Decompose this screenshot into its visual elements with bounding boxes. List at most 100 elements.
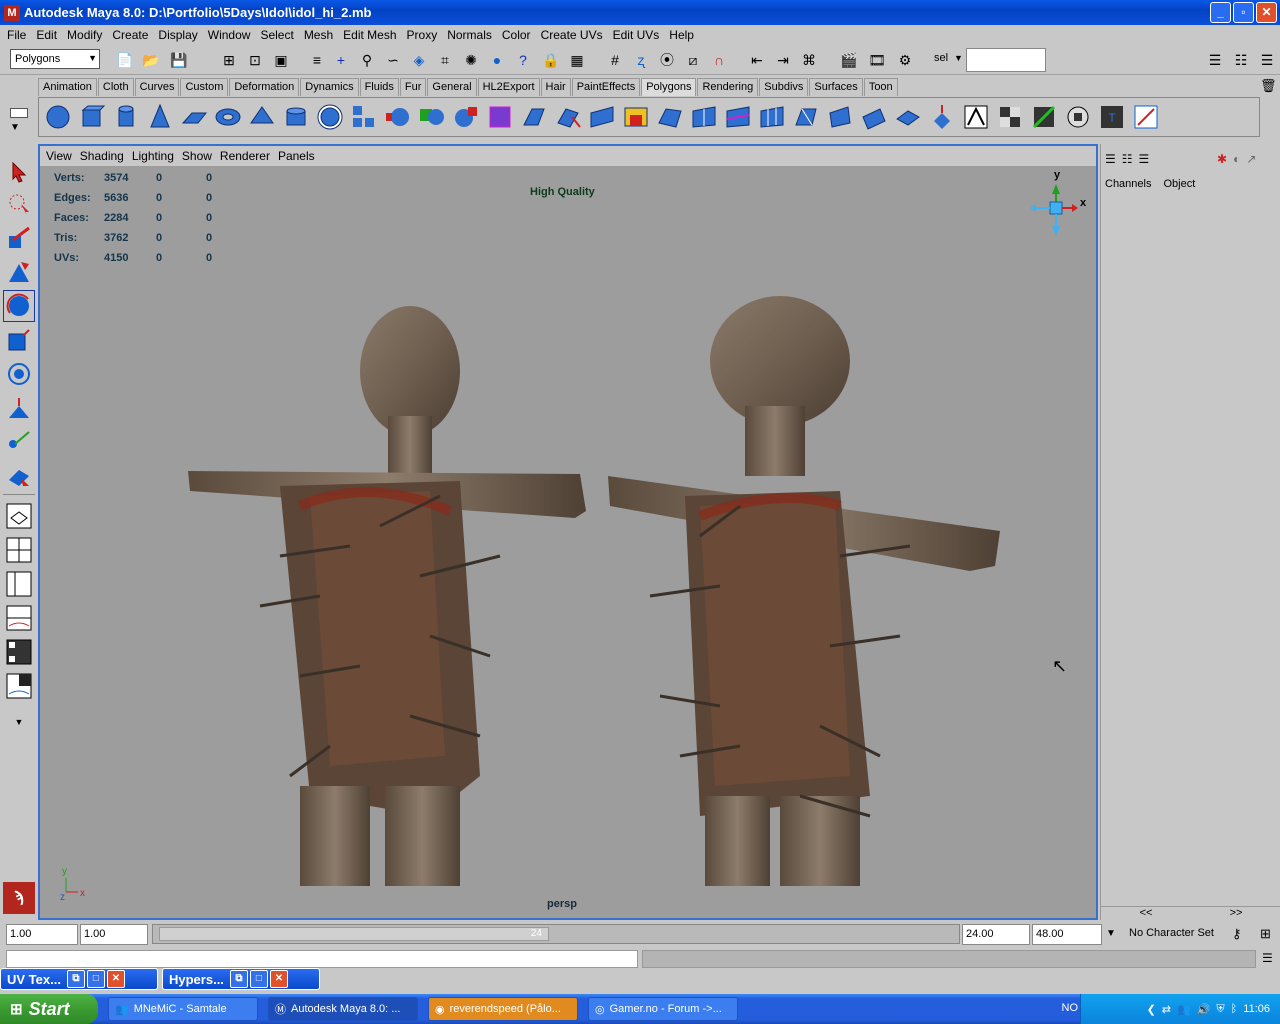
range-slider-bar[interactable]: 24 — [152, 924, 960, 944]
poly-sphere-icon[interactable] — [43, 102, 73, 132]
hypershade-persp-layout-icon[interactable] — [3, 636, 35, 668]
extrude-edge-icon[interactable] — [553, 102, 583, 132]
duplicate-face-icon[interactable] — [859, 102, 889, 132]
shelf-tab-hair[interactable]: Hair — [540, 78, 571, 96]
bevel-icon[interactable] — [791, 102, 821, 132]
menu-create[interactable]: Create — [107, 28, 153, 42]
construction-history-icon[interactable]: ⌘ — [798, 49, 820, 71]
tab-channels[interactable]: Channels — [1105, 178, 1151, 190]
shelf-tab-toon[interactable]: Toon — [863, 78, 898, 96]
menu-color[interactable]: Color — [497, 28, 536, 42]
tool-settings-view-icon[interactable]: ☰ — [1139, 152, 1150, 166]
snap-view-plane-icon[interactable]: ⧄ — [682, 49, 704, 71]
select-by-hierarchy-icon[interactable]: ⊞ — [218, 49, 240, 71]
view-cube-gizmo[interactable]: y x — [1020, 168, 1092, 243]
ipr-render-icon[interactable]: 🎞 — [866, 49, 888, 71]
shelf-tab-custom[interactable]: Custom — [180, 78, 229, 96]
task-msn[interactable]: 👥 MNeMiC - Samtale — [108, 997, 258, 1021]
panel-menu-view[interactable]: View — [46, 149, 72, 163]
lasso-tool-icon[interactable] — [3, 188, 35, 220]
shelf-tab-general[interactable]: General — [427, 78, 477, 96]
save-scene-icon[interactable]: 💾 — [168, 49, 190, 71]
command-input[interactable] — [6, 950, 638, 968]
snap-grid-icon[interactable]: # — [604, 49, 626, 71]
last-tool-used-icon[interactable] — [3, 460, 35, 492]
menu-edit-mesh[interactable]: Edit Mesh — [338, 28, 401, 42]
scale-tool-icon[interactable] — [3, 324, 35, 356]
shelf-tab-rendering[interactable]: Rendering — [697, 78, 759, 96]
shelf-tab-painteffects[interactable]: PaintEffects — [571, 78, 641, 96]
select-tool-icon[interactable] — [3, 156, 35, 188]
panel-menu-lighting[interactable]: Lighting — [132, 149, 174, 163]
network-icon[interactable]: ⇄ — [1162, 1003, 1171, 1016]
scroll-right-button[interactable]: >> — [1230, 907, 1243, 920]
extrude-face-icon[interactable] — [519, 102, 549, 132]
lock-icon[interactable]: 🔒 — [540, 49, 562, 71]
close-button[interactable]: ✕ — [1256, 2, 1277, 23]
cut-faces-icon[interactable] — [723, 102, 753, 132]
shelf-tab-fluids[interactable]: Fluids — [359, 78, 399, 96]
volume-icon[interactable]: 🔊 — [1197, 1003, 1211, 1016]
snap-to-grid-icon[interactable]: ▦ — [566, 49, 588, 71]
tray-back-icon[interactable]: ❮ — [1147, 1003, 1156, 1016]
split-polygon-icon[interactable] — [689, 102, 719, 132]
separate-icon[interactable] — [383, 102, 413, 132]
boolean-union-icon[interactable] — [417, 102, 447, 132]
shelf-tab-cloth[interactable]: Cloth — [97, 78, 134, 96]
quick-selection-field[interactable] — [966, 48, 1046, 72]
charset-chevron-down-icon[interactable]: ▼ — [1106, 928, 1116, 939]
minimized-hypershade[interactable]: Hypers... ⧉ □ ✕ — [162, 968, 320, 990]
start-time-field[interactable]: 1.00 — [6, 924, 78, 945]
uv-texture-editor-icon[interactable]: T — [1097, 102, 1127, 132]
soft-modification-icon[interactable] — [3, 392, 35, 424]
show-manipulator-icon[interactable] — [3, 426, 35, 458]
append-polygon-icon[interactable] — [621, 102, 651, 132]
panel-menu-renderer[interactable]: Renderer — [220, 149, 270, 163]
key-icon[interactable]: ⚷ — [1232, 926, 1242, 942]
four-view-layout-icon[interactable] — [3, 534, 35, 566]
paint-select-tool-icon[interactable] — [3, 222, 35, 254]
range-slider-handle[interactable]: 24 — [159, 927, 549, 941]
uv-snapshot-icon[interactable] — [1131, 102, 1161, 132]
curves-icon[interactable]: ∽ — [382, 49, 404, 71]
animation-prefs-icon[interactable]: ⊞ — [1260, 926, 1271, 942]
dynamics-icon[interactable]: ✺ — [460, 49, 482, 71]
manipulator-icon[interactable]: ✱ — [1217, 152, 1227, 166]
sel-chevron-down-icon[interactable]: ▼ — [954, 53, 963, 63]
handles-icon[interactable]: + — [330, 49, 352, 71]
show-tool-settings-icon[interactable]: ☷ — [1230, 49, 1252, 71]
character-set-field[interactable]: No Character Set — [1126, 924, 1226, 944]
menu-edit[interactable]: Edit — [31, 28, 62, 42]
maximize-icon[interactable]: □ — [86, 970, 105, 988]
show-attribute-editor-icon[interactable]: ☰ — [1204, 49, 1226, 71]
menu-mesh[interactable]: Mesh — [299, 28, 338, 42]
joints-icon[interactable]: ⚲ — [356, 49, 378, 71]
persp-graph-outliner-layout-icon[interactable] — [3, 670, 35, 702]
shelf-tab-surfaces[interactable]: Surfaces — [809, 78, 863, 96]
new-scene-icon[interactable]: 📄 — [114, 49, 136, 71]
close-icon[interactable]: ✕ — [269, 970, 288, 988]
shelf-tab-fur[interactable]: Fur — [399, 78, 427, 96]
poly-pipe-icon[interactable] — [281, 102, 311, 132]
show-channel-box-icon[interactable]: ☰ — [1256, 49, 1278, 71]
shelf-tab-dynamics[interactable]: Dynamics — [300, 78, 359, 96]
select-by-component-icon[interactable]: ▣ — [270, 49, 292, 71]
menu-modify[interactable]: Modify — [62, 28, 107, 42]
restore-icon[interactable]: ⧉ — [229, 970, 248, 988]
language-indicator[interactable]: NO — [1062, 1002, 1079, 1014]
poly-pyramid-icon[interactable] — [247, 102, 277, 132]
wedge-icon[interactable] — [825, 102, 855, 132]
open-scene-icon[interactable]: 📂 — [140, 49, 162, 71]
sculpt-geometry-icon[interactable] — [961, 102, 991, 132]
poly-cone-icon[interactable] — [145, 102, 175, 132]
close-icon[interactable]: ✕ — [106, 970, 125, 988]
menu-normals[interactable]: Normals — [442, 28, 497, 42]
msn-tray-icon[interactable]: 👥 — [1177, 1003, 1191, 1016]
menu-create-uvs[interactable]: Create UVs — [536, 28, 608, 42]
layout-menu-chevron-icon[interactable]: ▼ — [3, 706, 35, 738]
shelf-tab-polygons[interactable]: Polygons — [641, 78, 697, 96]
select-by-object-icon[interactable]: ⊡ — [244, 49, 266, 71]
universal-manipulator-icon[interactable] — [3, 358, 35, 390]
output-ops-icon[interactable]: ⇥ — [772, 49, 794, 71]
persp-outliner-layout-icon[interactable] — [3, 568, 35, 600]
